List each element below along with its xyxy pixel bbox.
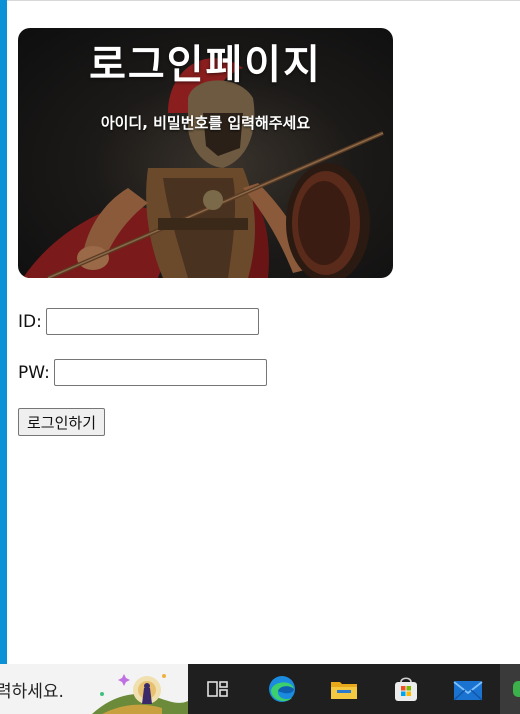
task-view-icon[interactable] bbox=[202, 673, 234, 705]
taskbar-search-box[interactable]: 력하세요. bbox=[0, 664, 188, 714]
microsoft-store-icon[interactable] bbox=[390, 673, 422, 705]
login-page: 로그인페이지 아이디, 비밀번호를 입력해주세요 ID: PW: 로그인하기 bbox=[7, 1, 520, 664]
page-subtitle: 아이디, 비밀번호를 입력해주세요 bbox=[100, 114, 311, 132]
pw-label: PW: bbox=[18, 362, 50, 383]
edge-icon[interactable] bbox=[266, 673, 298, 705]
id-row: ID: bbox=[18, 308, 259, 335]
search-placeholder: 력하세요. bbox=[0, 682, 64, 702]
mail-icon[interactable] bbox=[452, 673, 484, 705]
file-explorer-icon[interactable] bbox=[328, 673, 360, 705]
id-label: ID: bbox=[18, 311, 42, 332]
pw-row: PW: bbox=[18, 359, 267, 386]
login-button[interactable]: 로그인하기 bbox=[18, 408, 106, 436]
pw-input[interactable] bbox=[53, 359, 267, 386]
hero-banner: 로그인페이지 아이디, 비밀번호를 입력해주세요 bbox=[18, 28, 393, 278]
chrome-icon bbox=[513, 681, 520, 697]
search-highlight-icon bbox=[92, 674, 188, 714]
taskbar: 력하세요. bbox=[0, 664, 520, 714]
window-edge bbox=[0, 0, 7, 664]
active-app-tab[interactable] bbox=[500, 664, 520, 714]
id-input[interactable] bbox=[45, 308, 259, 335]
page-title: 로그인페이지 bbox=[89, 42, 322, 88]
